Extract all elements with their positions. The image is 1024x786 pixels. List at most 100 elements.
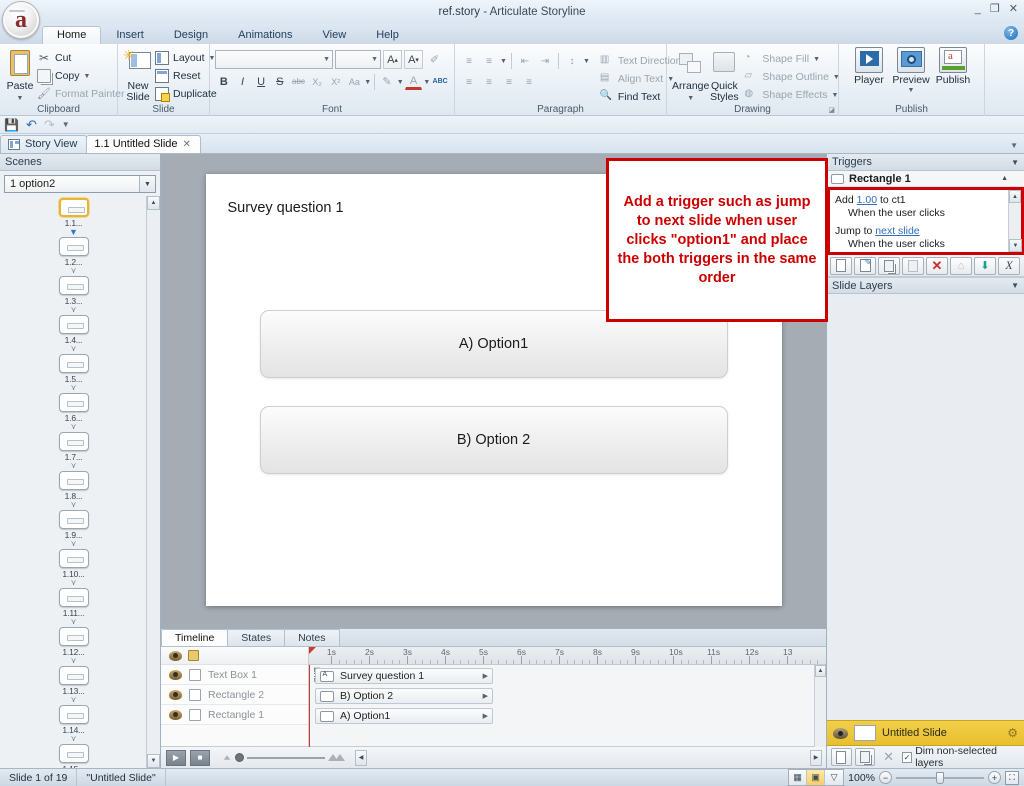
arrange-caret-icon[interactable]: ▼ xyxy=(687,93,694,104)
lock-checkbox[interactable] xyxy=(189,708,201,721)
eye-icon[interactable] xyxy=(833,727,848,739)
shape-fill-button[interactable]: ◔ Shape Fill ▼ xyxy=(742,50,844,67)
eye-icon[interactable] xyxy=(169,689,182,700)
list-item[interactable]: Add 1.00 to ct1 xyxy=(835,194,1016,206)
timeline-bar[interactable]: A) Option1 ▶ xyxy=(315,708,493,724)
save-icon[interactable]: 💾 xyxy=(4,118,19,132)
slide-thumbnail-image[interactable] xyxy=(58,588,89,607)
bold-button[interactable]: B xyxy=(215,72,233,91)
tab-states[interactable]: States xyxy=(227,629,286,646)
numbering-caret-icon[interactable]: ▼ xyxy=(500,58,507,65)
slide-thumbnail-8[interactable]: 1.8... xyxy=(0,471,147,501)
decrease-indent-button[interactable]: ⇤ xyxy=(516,52,534,70)
close-button[interactable]: ✕ xyxy=(1009,4,1018,15)
undo-icon[interactable]: ↶ xyxy=(26,117,37,133)
close-icon[interactable]: ✕ xyxy=(183,139,191,150)
timeline-scroll-right-icon[interactable]: ▶ xyxy=(810,749,822,766)
slide-thumbnail-image[interactable] xyxy=(58,666,89,685)
slide-thumbnail-6[interactable]: 1.6... xyxy=(0,393,147,423)
slide-thumbnail-15[interactable]: 1.15... xyxy=(0,744,147,768)
table-row[interactable]: Rectangle 2 xyxy=(161,685,308,705)
slide-option-b-shape[interactable]: B) Option 2 xyxy=(259,406,728,474)
timeline-bar[interactable]: Survey question 1 ▶ xyxy=(315,668,493,684)
customize-qat-icon[interactable]: ▼ xyxy=(62,120,70,129)
line-spacing-caret-icon[interactable]: ▼ xyxy=(583,58,590,65)
font-color-button[interactable]: A xyxy=(404,73,423,90)
zoom-out-icon[interactable] xyxy=(223,755,231,760)
timeline-ruler[interactable]: 1s 2s 3s 4s 5s 6s 7s 8s 9s 10s 11s 12s 13 xyxy=(309,647,826,665)
slide-master-view-button[interactable]: ▽ xyxy=(825,770,844,785)
zoom-slider-knob[interactable] xyxy=(235,753,244,762)
cut-button[interactable]: ✂ Cut xyxy=(35,49,128,66)
fit-to-window-button[interactable]: ⛶ xyxy=(1005,770,1019,785)
shape-fill-caret-icon[interactable]: ▼ xyxy=(813,56,820,63)
scroll-up-icon[interactable]: ▲ xyxy=(1001,175,1008,182)
change-case-button[interactable]: Aa xyxy=(346,72,364,91)
copy-trigger-button[interactable] xyxy=(878,256,900,275)
ribbon-tab-help[interactable]: Help xyxy=(361,26,414,44)
scroll-up-icon[interactable]: ▲ xyxy=(1009,190,1021,203)
timeline-bar[interactable]: B) Option 2 ▶ xyxy=(315,688,493,704)
tab-story-view[interactable]: Story View xyxy=(0,135,88,153)
timeline-vscrollbar[interactable]: ▲ xyxy=(814,665,826,747)
move-up-trigger-button[interactable]: ⌂ xyxy=(950,256,972,275)
bar-expand-icon[interactable]: ▶ xyxy=(483,712,492,720)
eye-icon[interactable] xyxy=(169,669,182,680)
shape-outline-button[interactable]: ▱ Shape Outline ▼ xyxy=(742,68,844,85)
zoom-slider-knob[interactable] xyxy=(936,771,944,784)
eye-icon[interactable] xyxy=(169,709,182,720)
slide-thumbnail-13[interactable]: 1.13... xyxy=(0,666,147,696)
align-center-button[interactable]: ≡ xyxy=(480,73,498,91)
spelling-button[interactable]: ABC xyxy=(431,72,449,91)
subscript-button[interactable]: X₂ xyxy=(308,72,326,91)
slide-thumbnail-image[interactable] xyxy=(58,276,89,295)
scroll-up-icon[interactable]: ▲ xyxy=(815,665,826,677)
lock-checkbox[interactable] xyxy=(189,688,201,701)
slide-thumbnail-image[interactable] xyxy=(58,354,89,373)
slide-thumbnail-14[interactable]: 1.14... xyxy=(0,705,147,735)
strikethrough-button[interactable]: S xyxy=(271,72,289,91)
new-layer-button[interactable] xyxy=(831,748,852,766)
tab-timeline[interactable]: Timeline xyxy=(161,629,229,646)
chevron-down-icon[interactable]: ▼ xyxy=(1011,281,1019,290)
highlight-caret-icon[interactable]: ▼ xyxy=(397,79,404,86)
grow-font-button[interactable]: A ▴ xyxy=(383,50,402,69)
normal-view-button[interactable]: ▣ xyxy=(807,770,826,785)
slide-thumbnail-image[interactable] xyxy=(58,627,89,646)
play-button[interactable]: ▶ xyxy=(166,749,186,766)
tab-strip-overflow-icon[interactable]: ▼ xyxy=(1010,141,1024,153)
slide-thumbnail-image[interactable] xyxy=(58,471,89,490)
lock-icon[interactable] xyxy=(188,650,199,661)
trigger-list[interactable]: Add 1.00 to ct1 When the user clicks Jum… xyxy=(827,187,1024,255)
chevron-down-icon[interactable]: ▼ xyxy=(139,176,155,192)
slide-layer-base-row[interactable]: Untitled Slide ⚙ xyxy=(827,720,1024,746)
delete-layer-button[interactable]: ✕ xyxy=(878,748,899,766)
tab-untitled-slide[interactable]: 1.1 Untitled Slide ✕ xyxy=(86,135,201,153)
font-size-caret-icon[interactable]: ▼ xyxy=(368,56,378,63)
delete-trigger-button[interactable]: ✕ xyxy=(926,256,948,275)
shape-effects-button[interactable]: ◍ Shape Effects ▼ xyxy=(742,86,844,103)
trigger-object-row[interactable]: Rectangle 1 ▲ xyxy=(827,171,1024,187)
table-row[interactable]: Rectangle 1 xyxy=(161,705,308,725)
slide-thumbnail-5[interactable]: 1.5... xyxy=(0,354,147,384)
lock-checkbox[interactable] xyxy=(189,668,201,681)
format-painter-button[interactable]: 🖌 Format Painter xyxy=(35,85,128,102)
slide-thumbnail-image[interactable] xyxy=(58,549,89,568)
bar-expand-icon[interactable]: ▶ xyxy=(483,672,492,680)
slide-thumbnail-list[interactable]: 1.1... ▼ 1.2... ⋎ 1.3... ⋎ 1.4... ⋎ 1.5... ⋎ 1.6..… xyxy=(0,196,160,768)
slide-thumbnail-9[interactable]: 1.9... xyxy=(0,510,147,540)
zoom-out-button[interactable]: − xyxy=(879,771,892,784)
ribbon-tab-design[interactable]: Design xyxy=(159,26,223,44)
story-view-button[interactable]: ▦ xyxy=(789,770,808,785)
help-icon[interactable]: ? xyxy=(1004,26,1018,40)
superscript-button[interactable]: X² xyxy=(327,72,345,91)
clear-formatting-button[interactable]: ✐ xyxy=(425,50,444,69)
edit-trigger-button[interactable]: ✎ xyxy=(854,256,876,275)
italic-button[interactable]: I xyxy=(234,72,252,91)
slide-thumbnail-3[interactable]: 1.3... xyxy=(0,276,147,306)
duplicate-layer-button[interactable] xyxy=(854,748,876,766)
ribbon-tab-home[interactable]: Home xyxy=(42,26,102,44)
scroll-up-icon[interactable]: ▲ xyxy=(147,196,160,210)
slide-thumbnail-1[interactable]: 1.1... xyxy=(0,198,147,228)
slide-thumbnail-4[interactable]: 1.4... xyxy=(0,315,147,345)
